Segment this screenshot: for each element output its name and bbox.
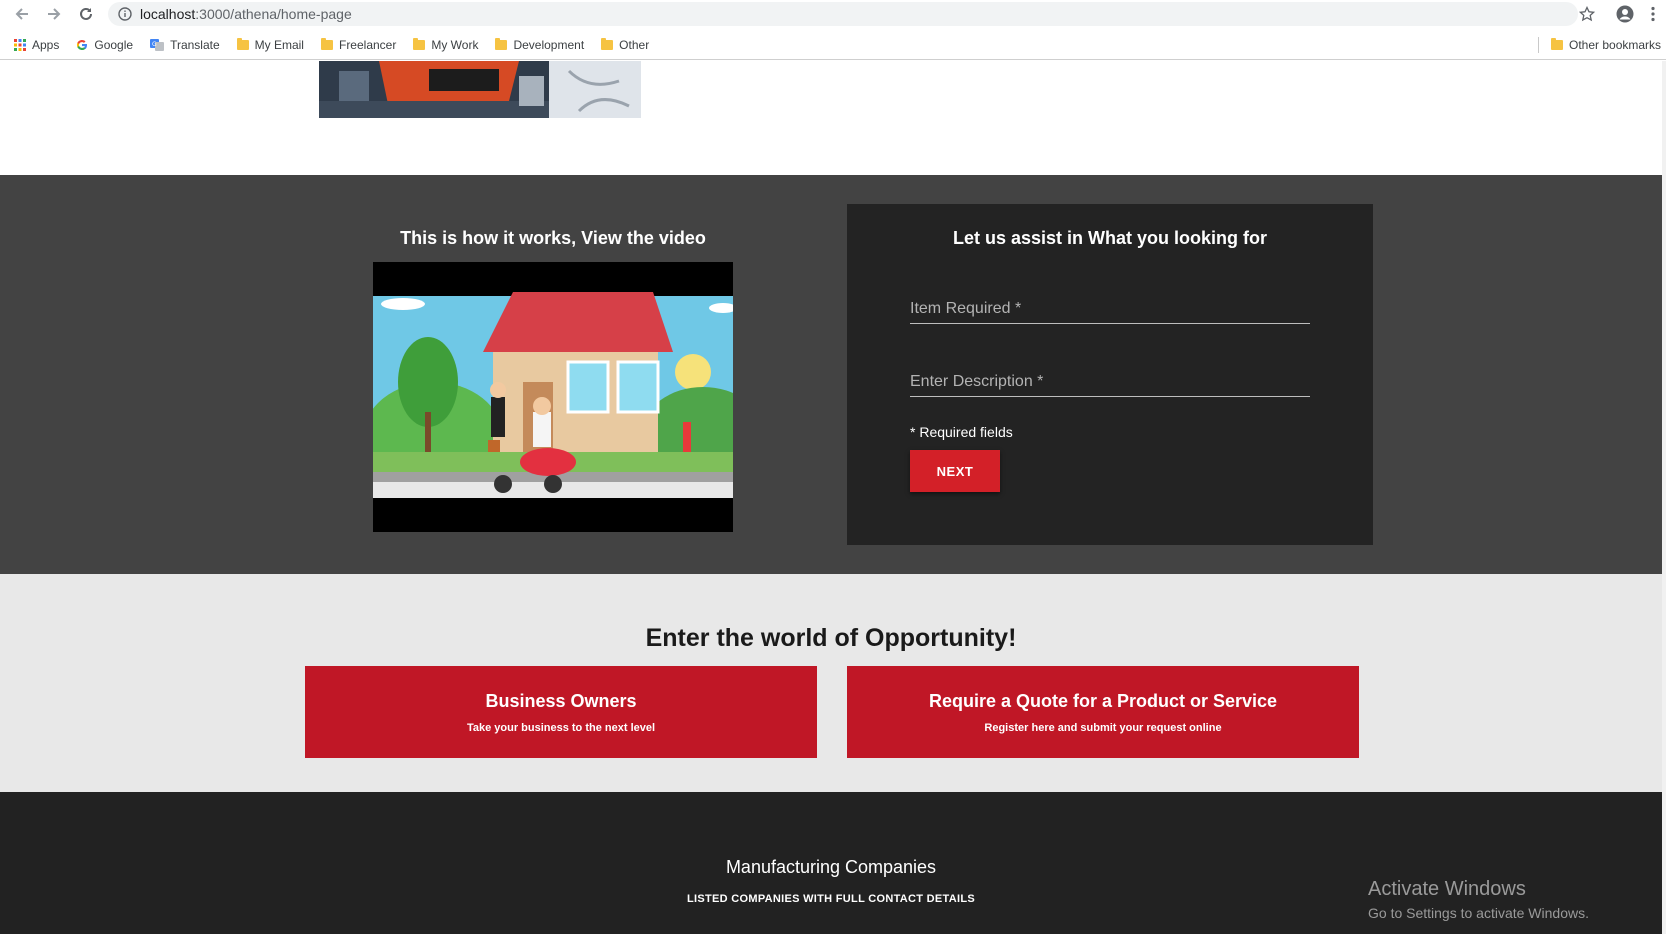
- translate-icon: G: [150, 38, 165, 51]
- activate-windows-watermark: Activate Windows Go to Settings to activ…: [1368, 878, 1589, 921]
- assist-form-title: Let us assist in What you looking for: [952, 228, 1268, 248]
- description-input[interactable]: [910, 367, 1310, 396]
- bookmark-label: Other: [619, 37, 650, 52]
- address-bar[interactable]: localhost:3000/athena/home-page: [108, 2, 1578, 26]
- reload-button[interactable]: [70, 0, 102, 28]
- machinery-image: [319, 61, 641, 118]
- bookmarks-separator: [1538, 37, 1539, 53]
- footer-title: Manufacturing Companies: [725, 857, 937, 877]
- folder-icon: [413, 37, 426, 50]
- watermark-line2: Go to Settings to activate Windows.: [1368, 905, 1589, 921]
- info-icon: [118, 7, 132, 21]
- how-it-works-section: [0, 175, 1662, 574]
- page-scrollbar[interactable]: [1662, 61, 1666, 934]
- other-bookmarks[interactable]: Other bookmarks: [1551, 30, 1661, 60]
- arrow-right-icon: [48, 8, 61, 20]
- business-owners-card[interactable]: Business Owners Take your business to th…: [305, 666, 817, 758]
- folder-icon: [320, 37, 333, 50]
- video-frame: [373, 262, 733, 532]
- url-text: localhost:3000/athena/home-page: [140, 6, 352, 22]
- bookmark-star-button[interactable]: [1572, 0, 1602, 28]
- back-button[interactable]: [6, 0, 38, 28]
- item-required-field: [910, 294, 1310, 324]
- folder-icon: [236, 37, 249, 50]
- request-quote-card[interactable]: Require a Quote for a Product or Service…: [847, 666, 1359, 758]
- bookmark-translate[interactable]: G Translate: [150, 38, 220, 52]
- business-owners-heading: Business Owners: [485, 691, 637, 711]
- arrow-left-icon: [15, 8, 28, 20]
- item-required-input[interactable]: [910, 294, 1310, 323]
- required-fields-note: * Required fields: [910, 424, 1013, 440]
- business-owners-subtitle: Take your business to the next level: [466, 722, 656, 734]
- folder-icon: [601, 37, 614, 50]
- reload-icon: [80, 7, 92, 20]
- bookmark-label: My Email: [254, 37, 304, 52]
- url-path: :3000/athena/home-page: [195, 6, 352, 22]
- apps-grid-icon: [14, 38, 26, 51]
- bookmark-my-work[interactable]: My Work: [413, 37, 479, 52]
- request-quote-heading: Require a Quote for a Product or Service: [928, 691, 1278, 711]
- bookmark-label: Apps: [32, 37, 60, 52]
- svg-text:G: G: [152, 41, 157, 48]
- bookmark-label: Freelancer: [338, 37, 397, 52]
- bookmark-label: My Work: [431, 37, 479, 52]
- bookmark-google[interactable]: Google: [76, 38, 133, 52]
- watermark-line1: Activate Windows: [1368, 878, 1526, 900]
- bookmark-other[interactable]: Other: [601, 37, 650, 52]
- bookmark-label: Google: [94, 37, 134, 52]
- folder-icon: [495, 37, 508, 50]
- bookmark-label: Translate: [170, 37, 220, 52]
- account-icon: [1616, 5, 1634, 23]
- bookmark-label: Development: [513, 37, 585, 52]
- url-host: localhost: [140, 6, 196, 22]
- menu-button[interactable]: [1640, 0, 1666, 28]
- folder-icon: [1551, 38, 1563, 50]
- kebab-menu-icon: [1651, 6, 1655, 22]
- browser-toolbar: localhost:3000/athena/home-page: [0, 0, 1666, 28]
- description-field: [910, 367, 1310, 397]
- bookmark-my-email[interactable]: My Email: [236, 37, 304, 52]
- star-icon: [1579, 6, 1595, 22]
- assist-form-card: Let us assist in What you looking for * …: [847, 204, 1373, 545]
- opportunity-title: Enter the world of Opportunity!: [645, 624, 1017, 652]
- google-icon: [77, 39, 88, 50]
- bookmark-apps[interactable]: Apps: [14, 38, 59, 52]
- next-button[interactable]: NEXT: [910, 450, 1000, 492]
- profile-button[interactable]: [1610, 0, 1640, 28]
- bookmark-freelancer[interactable]: Freelancer: [320, 37, 397, 52]
- bookmarks-bar: Apps Google G Translate My Email Freelan…: [0, 30, 1666, 60]
- browser-window: localhost:3000/athena/home-page Apps Goo…: [0, 0, 1666, 934]
- other-bookmarks-label: Other bookmarks: [1569, 38, 1662, 52]
- forward-button[interactable]: [38, 0, 70, 28]
- request-quote-subtitle: Register here and submit your request on…: [984, 722, 1222, 734]
- hero-image: [319, 61, 641, 118]
- video-section-title: This is how it works, View the video: [400, 228, 706, 248]
- opportunity-section: Enter the world of Opportunity! Business…: [0, 574, 1662, 792]
- bookmark-development[interactable]: Development: [495, 37, 585, 52]
- explainer-video[interactable]: [373, 262, 733, 532]
